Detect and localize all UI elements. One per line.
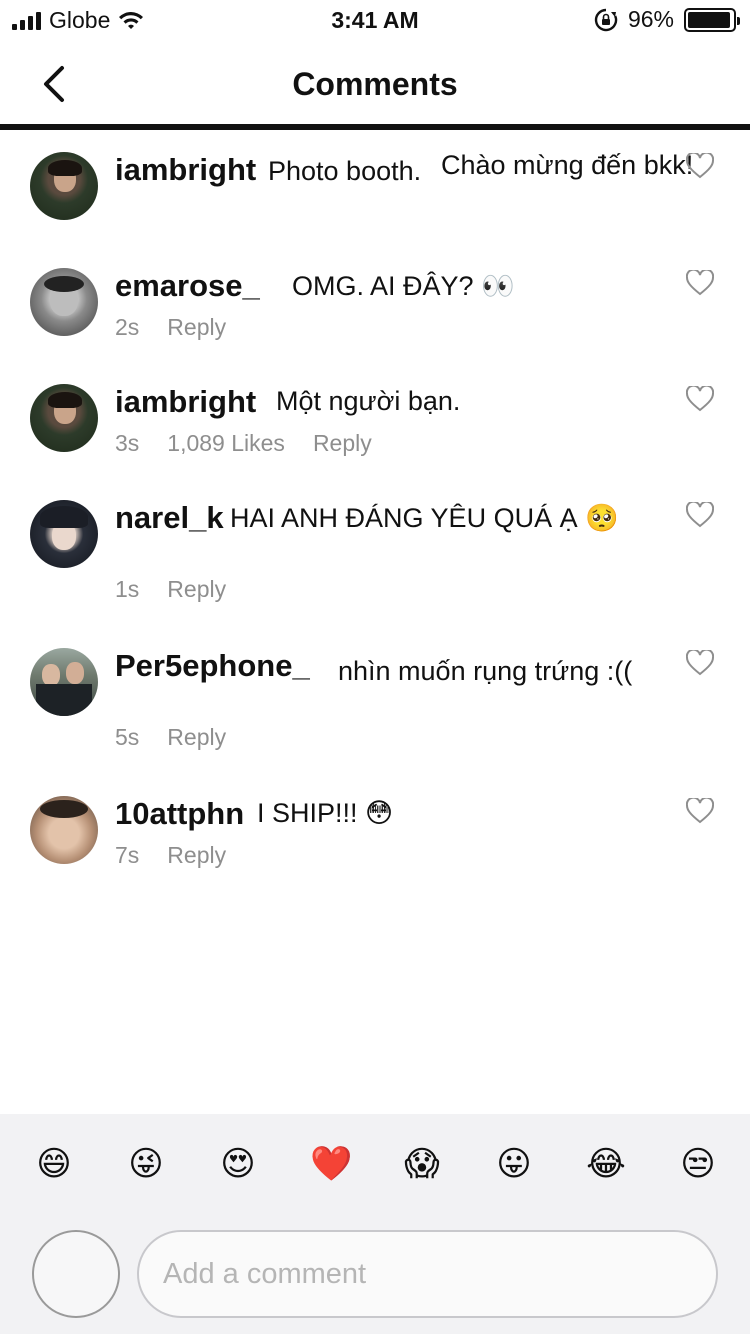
emoji-button[interactable]: 😍 bbox=[218, 1144, 258, 1184]
reply-button[interactable]: Reply bbox=[167, 576, 226, 603]
comment-text-sticker: Chào mừng đến bkk! bbox=[441, 150, 694, 180]
heart-icon[interactable] bbox=[686, 386, 714, 412]
comment-username[interactable]: iambright bbox=[115, 152, 256, 188]
comment-meta: 7s Reply bbox=[115, 842, 226, 869]
comment-composer: 😄 😜 😍 ❤️ 😱 😛 😂 😒 bbox=[0, 1114, 750, 1334]
heart-icon[interactable] bbox=[686, 270, 714, 296]
emoji-button[interactable]: ❤️ bbox=[310, 1144, 352, 1184]
page-title: Comments bbox=[292, 66, 458, 102]
comment-time: 3s bbox=[115, 430, 140, 456]
battery-percent: 96% bbox=[627, 6, 674, 32]
emoji-button[interactable]: 😱 bbox=[402, 1144, 442, 1184]
emoji-quick-bar: 😄 😜 😍 ❤️ 😱 😛 😂 😒 bbox=[0, 1144, 750, 1190]
comment-time: 5s bbox=[115, 724, 140, 750]
emoji-button[interactable]: 😜 bbox=[126, 1144, 166, 1184]
status-bar: Globe 3:41 AM 96% bbox=[0, 0, 750, 40]
comment-text: OMG. AI ĐÂY? 👀 bbox=[292, 271, 515, 301]
reply-button[interactable]: Reply bbox=[167, 314, 226, 341]
avatar[interactable] bbox=[30, 500, 98, 568]
status-right: 96% bbox=[594, 6, 740, 33]
comment-username[interactable]: narel_k bbox=[115, 500, 224, 536]
comment-meta: 5s Reply bbox=[115, 724, 226, 751]
comment-text: Một người bạn. bbox=[276, 386, 461, 416]
comment-meta: 2s Reply bbox=[115, 314, 226, 341]
comment-meta: 3s 1,089 Likes Reply bbox=[115, 430, 372, 457]
orientation-lock-icon bbox=[594, 8, 618, 31]
comment-username[interactable]: emarose_ bbox=[115, 268, 260, 304]
emoji-button[interactable]: 😛 bbox=[494, 1144, 534, 1184]
emoji-button[interactable]: 😄 bbox=[34, 1144, 74, 1184]
avatar[interactable] bbox=[30, 796, 98, 864]
avatar[interactable] bbox=[30, 152, 98, 220]
nav-bar: Comments bbox=[0, 40, 750, 126]
comment-username[interactable]: 10attphn bbox=[115, 796, 244, 832]
heart-icon[interactable] bbox=[686, 798, 714, 824]
avatar[interactable] bbox=[30, 384, 98, 452]
current-user-avatar bbox=[32, 1230, 120, 1318]
comment-time: 1s bbox=[115, 576, 140, 602]
comment-time: 7s bbox=[115, 842, 140, 868]
reply-button[interactable]: Reply bbox=[167, 842, 226, 869]
header-divider bbox=[0, 124, 750, 130]
reply-button[interactable]: Reply bbox=[313, 430, 372, 457]
comment-meta: 1s Reply bbox=[115, 576, 226, 603]
comment-time: 2s bbox=[115, 314, 140, 340]
heart-icon[interactable] bbox=[686, 502, 714, 528]
comment-text: Photo booth. bbox=[268, 156, 422, 186]
emoji-button[interactable]: 😂 bbox=[586, 1144, 626, 1184]
heart-icon[interactable] bbox=[686, 153, 714, 179]
battery-icon bbox=[684, 7, 740, 32]
likes-count[interactable]: 1,089 Likes bbox=[167, 430, 285, 457]
comment-text: HAI ANH ĐÁNG YÊU QUÁ Ạ 🥺 bbox=[230, 503, 619, 533]
comment-username[interactable]: Per5ephone_ bbox=[115, 648, 310, 684]
comment-text: nhìn muốn rụng trứng :(( bbox=[338, 656, 633, 686]
battery-fill bbox=[688, 11, 731, 28]
avatar[interactable] bbox=[30, 648, 98, 716]
reply-button[interactable]: Reply bbox=[167, 724, 226, 751]
heart-icon[interactable] bbox=[686, 650, 714, 676]
comment-username[interactable]: iambright bbox=[115, 384, 256, 420]
comment-text: I SHIP!!! 😳 bbox=[257, 798, 394, 828]
avatar[interactable] bbox=[30, 268, 98, 336]
comment-input[interactable] bbox=[137, 1230, 718, 1318]
emoji-button[interactable]: 😒 bbox=[678, 1144, 718, 1184]
